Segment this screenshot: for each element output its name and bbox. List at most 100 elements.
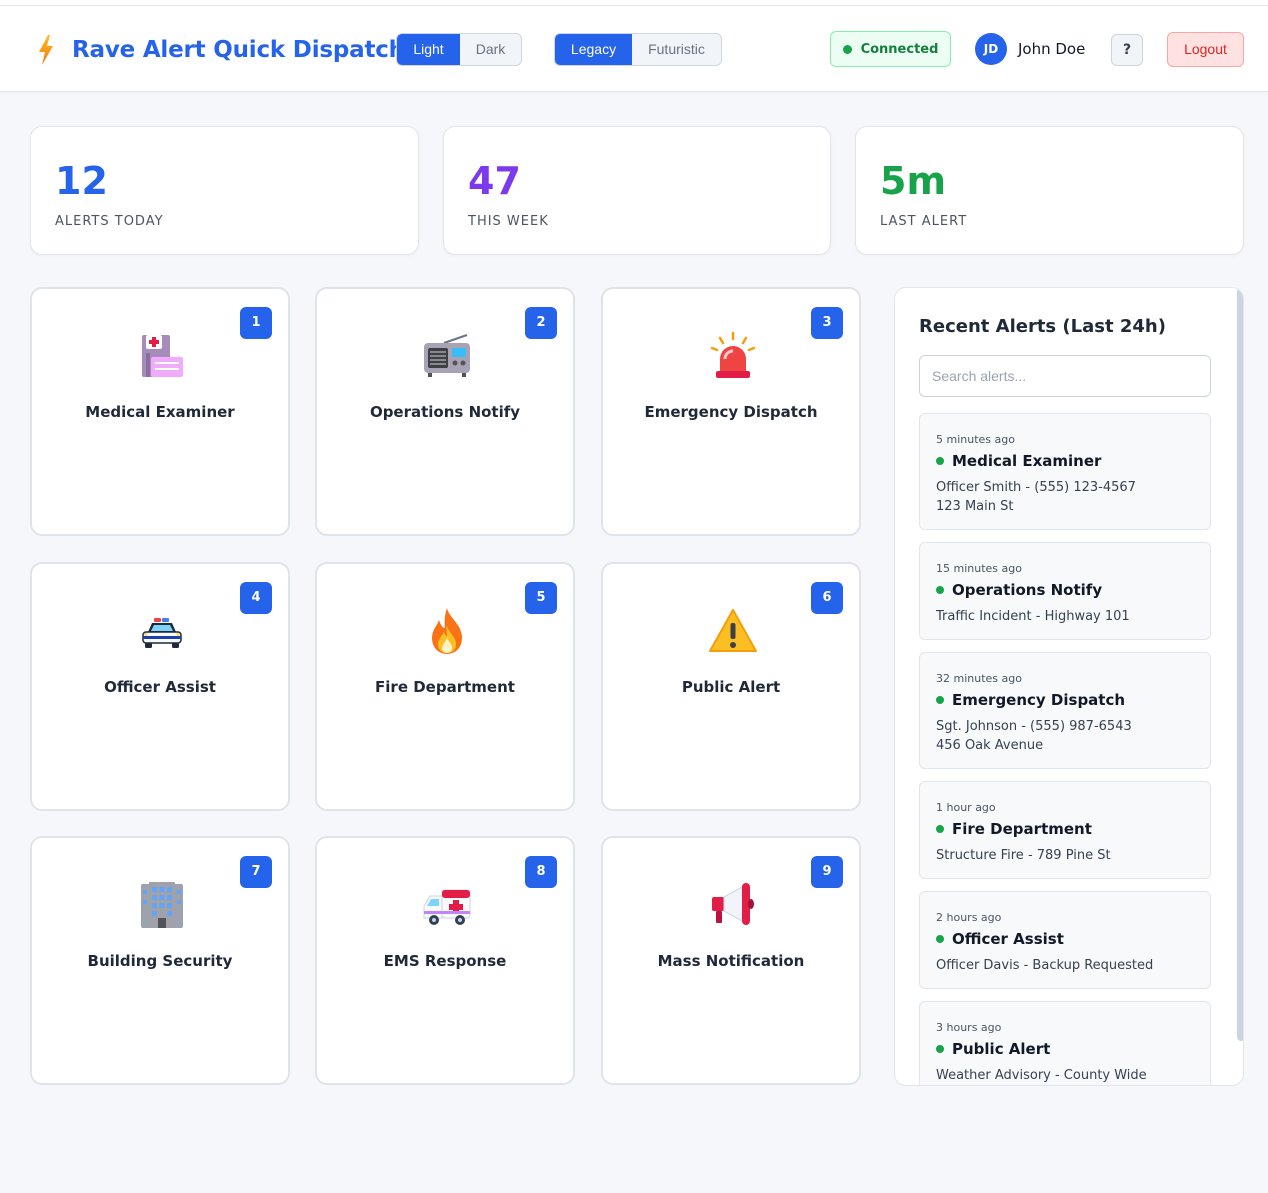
recent-alert-item[interactable]: 32 minutes ago Emergency Dispatch Sgt. J… bbox=[919, 652, 1211, 769]
tile-shortcut-badge: 8 bbox=[525, 856, 557, 888]
tile-label: Operations Notify bbox=[369, 403, 521, 421]
alert-detail: Weather Advisory - County Wide bbox=[936, 1066, 1147, 1085]
alert-detail: Sgt. Johnson - (555) 987-6543 456 Oak Ave… bbox=[936, 717, 1132, 755]
fire-icon bbox=[432, 608, 462, 654]
hospital-icon bbox=[142, 335, 183, 377]
theme-light-button[interactable]: Light bbox=[397, 34, 460, 65]
dispatch-tile-operations-notify[interactable]: 2 Operations Notify bbox=[315, 287, 575, 536]
alert-detail: Officer Smith - (555) 123-4567 123 Main S… bbox=[936, 478, 1136, 516]
status-dot-icon bbox=[936, 457, 944, 465]
search-alerts-input[interactable] bbox=[919, 355, 1211, 397]
tile-label: Public Alert bbox=[681, 678, 781, 696]
alert-type: Fire Department bbox=[936, 820, 1092, 838]
alert-detail-line: Traffic Incident - Highway 101 bbox=[936, 609, 1130, 624]
recent-alerts-title: Recent Alerts (Last 24h) bbox=[919, 316, 1166, 337]
tile-shortcut-badge: 2 bbox=[525, 307, 557, 339]
alert-detail: Traffic Incident - Highway 101 bbox=[936, 607, 1130, 626]
brand: Rave Alert Quick Dispatch bbox=[34, 34, 405, 66]
recent-alert-item[interactable]: 1 hour ago Fire Department Structure Fir… bbox=[919, 781, 1211, 879]
stat-label: LAST ALERT bbox=[880, 214, 968, 229]
tile-label: Officer Assist bbox=[104, 678, 216, 696]
theme-toggle: Light Dark bbox=[396, 33, 522, 66]
stat-label: THIS WEEK bbox=[468, 214, 549, 229]
dispatch-tile-public-alert[interactable]: 6 Public Alert bbox=[601, 562, 861, 811]
status-dot-icon bbox=[936, 586, 944, 594]
stat-label: ALERTS TODAY bbox=[55, 214, 164, 229]
tile-shortcut-badge: 3 bbox=[811, 307, 843, 339]
megaphone-icon bbox=[712, 883, 754, 925]
recent-alert-item[interactable]: 2 hours ago Officer Assist Officer Davis… bbox=[919, 891, 1211, 989]
app-title: Rave Alert Quick Dispatch bbox=[72, 37, 405, 63]
alert-type-name: Operations Notify bbox=[952, 581, 1103, 599]
ambulance-icon bbox=[423, 889, 471, 925]
stat-card-last-alert: 5m LAST ALERT bbox=[855, 126, 1244, 255]
alert-time: 2 hours ago bbox=[936, 911, 1002, 924]
alert-detail: Officer Davis - Backup Requested bbox=[936, 956, 1153, 975]
status-dot-icon bbox=[936, 1045, 944, 1053]
logout-button[interactable]: Logout bbox=[1167, 32, 1244, 67]
tile-shortcut-badge: 6 bbox=[811, 582, 843, 614]
tile-label: Fire Department bbox=[375, 678, 515, 696]
alert-type-name: Public Alert bbox=[952, 1040, 1051, 1058]
stat-card-this-week: 47 THIS WEEK bbox=[443, 126, 831, 255]
alert-type-name: Medical Examiner bbox=[952, 452, 1102, 470]
alert-detail: Structure Fire - 789 Pine St bbox=[936, 846, 1111, 865]
tile-shortcut-badge: 7 bbox=[240, 856, 272, 888]
dispatch-tile-emergency-dispatch[interactable]: 3 Emergency Dispatch bbox=[601, 287, 861, 536]
style-legacy-button[interactable]: Legacy bbox=[555, 34, 632, 65]
dispatch-tile-building-security[interactable]: 7 Building Security bbox=[30, 836, 290, 1085]
alert-time: 5 minutes ago bbox=[936, 433, 1015, 446]
tile-label: Mass Notification bbox=[657, 952, 805, 970]
tile-label: Building Security bbox=[87, 952, 233, 970]
radio-icon bbox=[424, 334, 470, 377]
office-building-icon bbox=[141, 882, 183, 928]
police-car-icon bbox=[142, 618, 182, 648]
alert-time: 1 hour ago bbox=[936, 801, 996, 814]
dispatch-tile-medical-examiner[interactable]: 1 Medical Examiner bbox=[30, 287, 290, 536]
style-futuristic-button[interactable]: Futuristic bbox=[632, 34, 721, 65]
status-dot-icon bbox=[936, 825, 944, 833]
siren-light-icon bbox=[710, 331, 756, 378]
alert-time: 32 minutes ago bbox=[936, 672, 1022, 685]
connection-status-text: Connected bbox=[860, 41, 939, 57]
lightning-bolt-icon bbox=[39, 35, 53, 65]
status-dot-icon bbox=[936, 935, 944, 943]
recent-alerts-scrollbar[interactable] bbox=[1237, 288, 1243, 1041]
status-dot-icon bbox=[936, 696, 944, 704]
dispatch-tile-mass-notification[interactable]: 9 Mass Notification bbox=[601, 836, 861, 1085]
alert-detail-line: Weather Advisory - County Wide bbox=[936, 1068, 1147, 1083]
alert-detail-line: Structure Fire - 789 Pine St bbox=[936, 848, 1111, 863]
stat-value: 47 bbox=[468, 159, 521, 203]
avatar[interactable]: JD bbox=[975, 33, 1007, 65]
recent-alerts-panel: Recent Alerts (Last 24h) 5 minutes ago M… bbox=[894, 287, 1244, 1086]
tile-shortcut-badge: 1 bbox=[240, 307, 272, 339]
warning-icon bbox=[709, 609, 757, 652]
alert-detail-line: 456 Oak Avenue bbox=[936, 738, 1044, 753]
recent-alert-item[interactable]: 3 hours ago Public Alert Weather Advisor… bbox=[919, 1001, 1211, 1085]
tile-label: Emergency Dispatch bbox=[644, 403, 818, 421]
dispatch-tile-fire-department[interactable]: 5 Fire Department bbox=[315, 562, 575, 811]
stat-value: 12 bbox=[55, 159, 108, 203]
tile-label: EMS Response bbox=[383, 952, 507, 970]
alert-type-name: Officer Assist bbox=[952, 930, 1064, 948]
recent-alert-item[interactable]: 15 minutes ago Operations Notify Traffic… bbox=[919, 542, 1211, 640]
alert-type: Operations Notify bbox=[936, 581, 1102, 599]
style-toggle: Legacy Futuristic bbox=[554, 33, 722, 66]
help-button[interactable]: ? bbox=[1111, 34, 1143, 66]
alert-type-name: Emergency Dispatch bbox=[952, 691, 1126, 709]
alert-type: Emergency Dispatch bbox=[936, 691, 1125, 709]
alert-detail-line: Officer Davis - Backup Requested bbox=[936, 958, 1154, 973]
alert-type: Officer Assist bbox=[936, 930, 1064, 948]
user-name: John Doe bbox=[1018, 40, 1086, 58]
theme-dark-button[interactable]: Dark bbox=[460, 34, 521, 65]
recent-alert-item[interactable]: 5 minutes ago Medical Examiner Officer S… bbox=[919, 413, 1211, 530]
alert-time: 3 hours ago bbox=[936, 1021, 1002, 1034]
alert-type: Public Alert bbox=[936, 1040, 1050, 1058]
dispatch-tile-ems-response[interactable]: 8 EMS Response bbox=[315, 836, 575, 1085]
tile-shortcut-badge: 4 bbox=[240, 582, 272, 614]
stat-card-alerts-today: 12 ALERTS TODAY bbox=[30, 126, 419, 255]
alert-type: Medical Examiner bbox=[936, 452, 1101, 470]
alert-detail-line: 123 Main St bbox=[936, 499, 1014, 514]
alert-time: 15 minutes ago bbox=[936, 562, 1022, 575]
dispatch-tile-officer-assist[interactable]: 4 Officer Assist bbox=[30, 562, 290, 811]
